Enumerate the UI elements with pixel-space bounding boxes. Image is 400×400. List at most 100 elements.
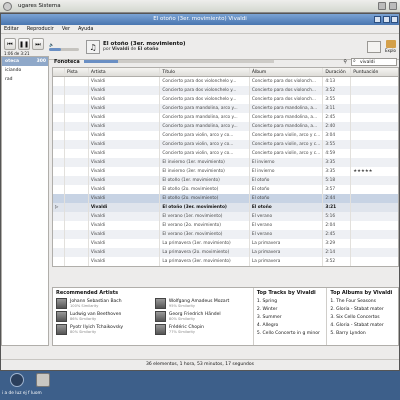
table-row[interactable]: Vivaldi El otoño (2o. movimiento) El otoño… [53,185,398,194]
table-row[interactable]: Vivaldi La primavera (2o. movimiento) La p… [53,248,398,257]
table-cell [351,221,398,230]
view-toggle-button[interactable] [367,40,381,53]
artist-item[interactable]: Pyotr Ilyich Tchaikovsky 80% Similarity [56,324,151,335]
minimize-icon[interactable] [374,16,381,23]
now-playing-subtitle: por Vivaldi de El otoño [103,47,159,52]
menu-play[interactable]: Reproducir [27,25,54,33]
table-row[interactable]: Vivaldi Concierto para mandolina, arco y.… [53,122,398,131]
album-link[interactable]: 3. Six Cello Concertos [330,314,395,322]
album-link[interactable]: 4. Gloria - Stabat mater [330,322,395,330]
table-cell: El otoño [250,185,324,194]
table-cell: Concierto para dos violonch... [250,95,324,104]
table-cell [65,212,89,221]
column-header[interactable] [53,68,65,76]
table-row[interactable]: Vivaldi Concierto para violin, arco y co.… [53,149,398,158]
table-cell [65,122,89,131]
table-cell [53,113,65,122]
panel-menu-icon[interactable] [3,1,12,11]
table-row[interactable]: Vivaldi La primavera (1er. movimiento) La … [53,239,398,248]
table-cell [65,194,89,203]
source-item[interactable]: rad [2,75,48,84]
menu-view[interactable]: Ver [62,25,70,33]
folder-icon[interactable] [385,40,396,48]
network-icon[interactable] [378,2,386,10]
table-cell [351,86,398,95]
table-cell: Vivaldi [89,158,161,167]
track-link[interactable]: 5. Cello Concerto in g minor [257,330,324,338]
track-link[interactable]: 2. Winter [257,306,324,314]
table-cell [65,149,89,158]
table-cell: ▷ [53,203,65,212]
table-cell: Concierto para violin, arco y c... [250,131,324,140]
table-cell [65,257,89,266]
table-cell: 2:45 [323,230,352,239]
volume-slider[interactable] [49,48,79,51]
track-link[interactable]: 4. Allegro [257,322,324,330]
source-item[interactable]: oteca 300 [2,57,48,66]
table-row[interactable]: Vivaldi Concierto para violin, arco y co.… [53,131,398,140]
table-row[interactable]: Vivaldi Concierto para violin, arco y co.… [53,140,398,149]
table-cell [53,140,65,149]
table-cell [351,104,398,113]
desktop-icon-home[interactable] [6,373,28,388]
table-cell [65,158,89,167]
table-row[interactable]: Vivaldi Concierto para dos violonchelo y.… [53,95,398,104]
menu-help[interactable]: Ayuda [78,25,93,33]
panel-tray [378,2,397,10]
artist-item[interactable]: Johann Sebastian Bach 100% Similarity [56,298,151,309]
column-header[interactable]: Título [160,68,250,76]
window-titlebar[interactable]: El otoño (3er. movimiento) Vivaldi [1,14,399,25]
column-header[interactable]: Pista [65,68,89,76]
column-header[interactable]: Álbum [250,68,324,76]
table-row[interactable]: Vivaldi El verano (2o. movimiento) El vera… [53,221,398,230]
table-cell: Concierto para violin, arco y co... [160,149,250,158]
pause-icon[interactable]: ❚❚ [18,37,30,50]
table-cell: Vivaldi [89,239,161,248]
track-link[interactable]: 1. Spring [257,298,324,306]
table-cell [65,95,89,104]
volume-control[interactable]: 🔈 [49,42,79,51]
table-row[interactable]: ▷ Vivaldi El otoño (3er. movimiento) El oto… [53,203,398,212]
table-row[interactable]: Vivaldi El invierno (3er. movimiento) El i… [53,167,398,176]
table-row[interactable]: Vivaldi El otoño (1er. movimiento) El otoñ… [53,176,398,185]
close-icon[interactable] [391,16,398,23]
table-cell: Concierto para dos violonchelo y... [160,77,250,86]
album-link[interactable]: 1. The Four Seasons [330,298,395,306]
table-row[interactable]: Vivaldi El verano (1er. movimiento) El ver… [53,212,398,221]
table-row[interactable]: Vivaldi El invierno (1er. movimiento) El i… [53,158,398,167]
maximize-icon[interactable] [383,16,390,23]
track-link[interactable]: 3. Summer [257,314,324,322]
volume-icon[interactable] [389,2,397,10]
table-cell: Concierto para violin, arco y c... [250,149,324,158]
table-cell [351,140,398,149]
previous-icon[interactable]: ⏮ [4,37,16,50]
artist-item[interactable]: Georg Friedrich Händel 80% Similarity [154,311,250,322]
next-icon[interactable]: ⏭ [32,37,44,50]
table-cell: Vivaldi [89,122,161,131]
table-row[interactable]: Vivaldi La primavera (3er. movimiento) La … [53,257,398,266]
table-row[interactable]: Vivaldi El otoño (2o. movimiento) El otoño… [53,194,398,203]
menu-edit[interactable]: Editar [4,25,19,33]
source-item[interactable]: iciando [2,66,48,75]
table-row[interactable]: Vivaldi Concierto para dos violonchelo y.… [53,86,398,95]
artist-item[interactable]: Wolfgang Amadeus Mozart 95% Similarity [154,298,250,309]
search-input[interactable]: vivaldi [351,57,397,66]
column-header[interactable]: Artista [89,68,161,76]
table-row[interactable]: Vivaldi Concierto para mandolina, arco y.… [53,104,398,113]
column-header[interactable]: Puntuación [351,68,398,76]
album-link[interactable]: 2. Gloria - Stabat mater [330,306,395,314]
table-row[interactable]: Vivaldi Concierto para dos violonchelo y.… [53,77,398,86]
artist-item[interactable]: Ludwig van Beethoven 86% Similarity [56,311,151,322]
table-cell [65,167,89,176]
table-cell: 3:11 [323,104,352,113]
table-row[interactable]: Vivaldi El verano (3er. movimiento) El ver… [53,230,398,239]
table-row[interactable]: Vivaldi Concierto para mandolina, arco y.… [53,113,398,122]
table-cell: Vivaldi [89,77,161,86]
table-cell [53,185,65,194]
table-cell: El invierno (1er. movimiento) [160,158,250,167]
desktop-icon-file[interactable] [32,373,54,388]
album-link[interactable]: 5. Barry Lyndon [330,330,395,338]
artist-item[interactable]: Frédéric Chopin 77% Similarity [154,324,250,335]
column-header[interactable]: Duración [323,68,352,76]
panel-apps-label[interactable]: ugares Sistema [18,3,61,9]
